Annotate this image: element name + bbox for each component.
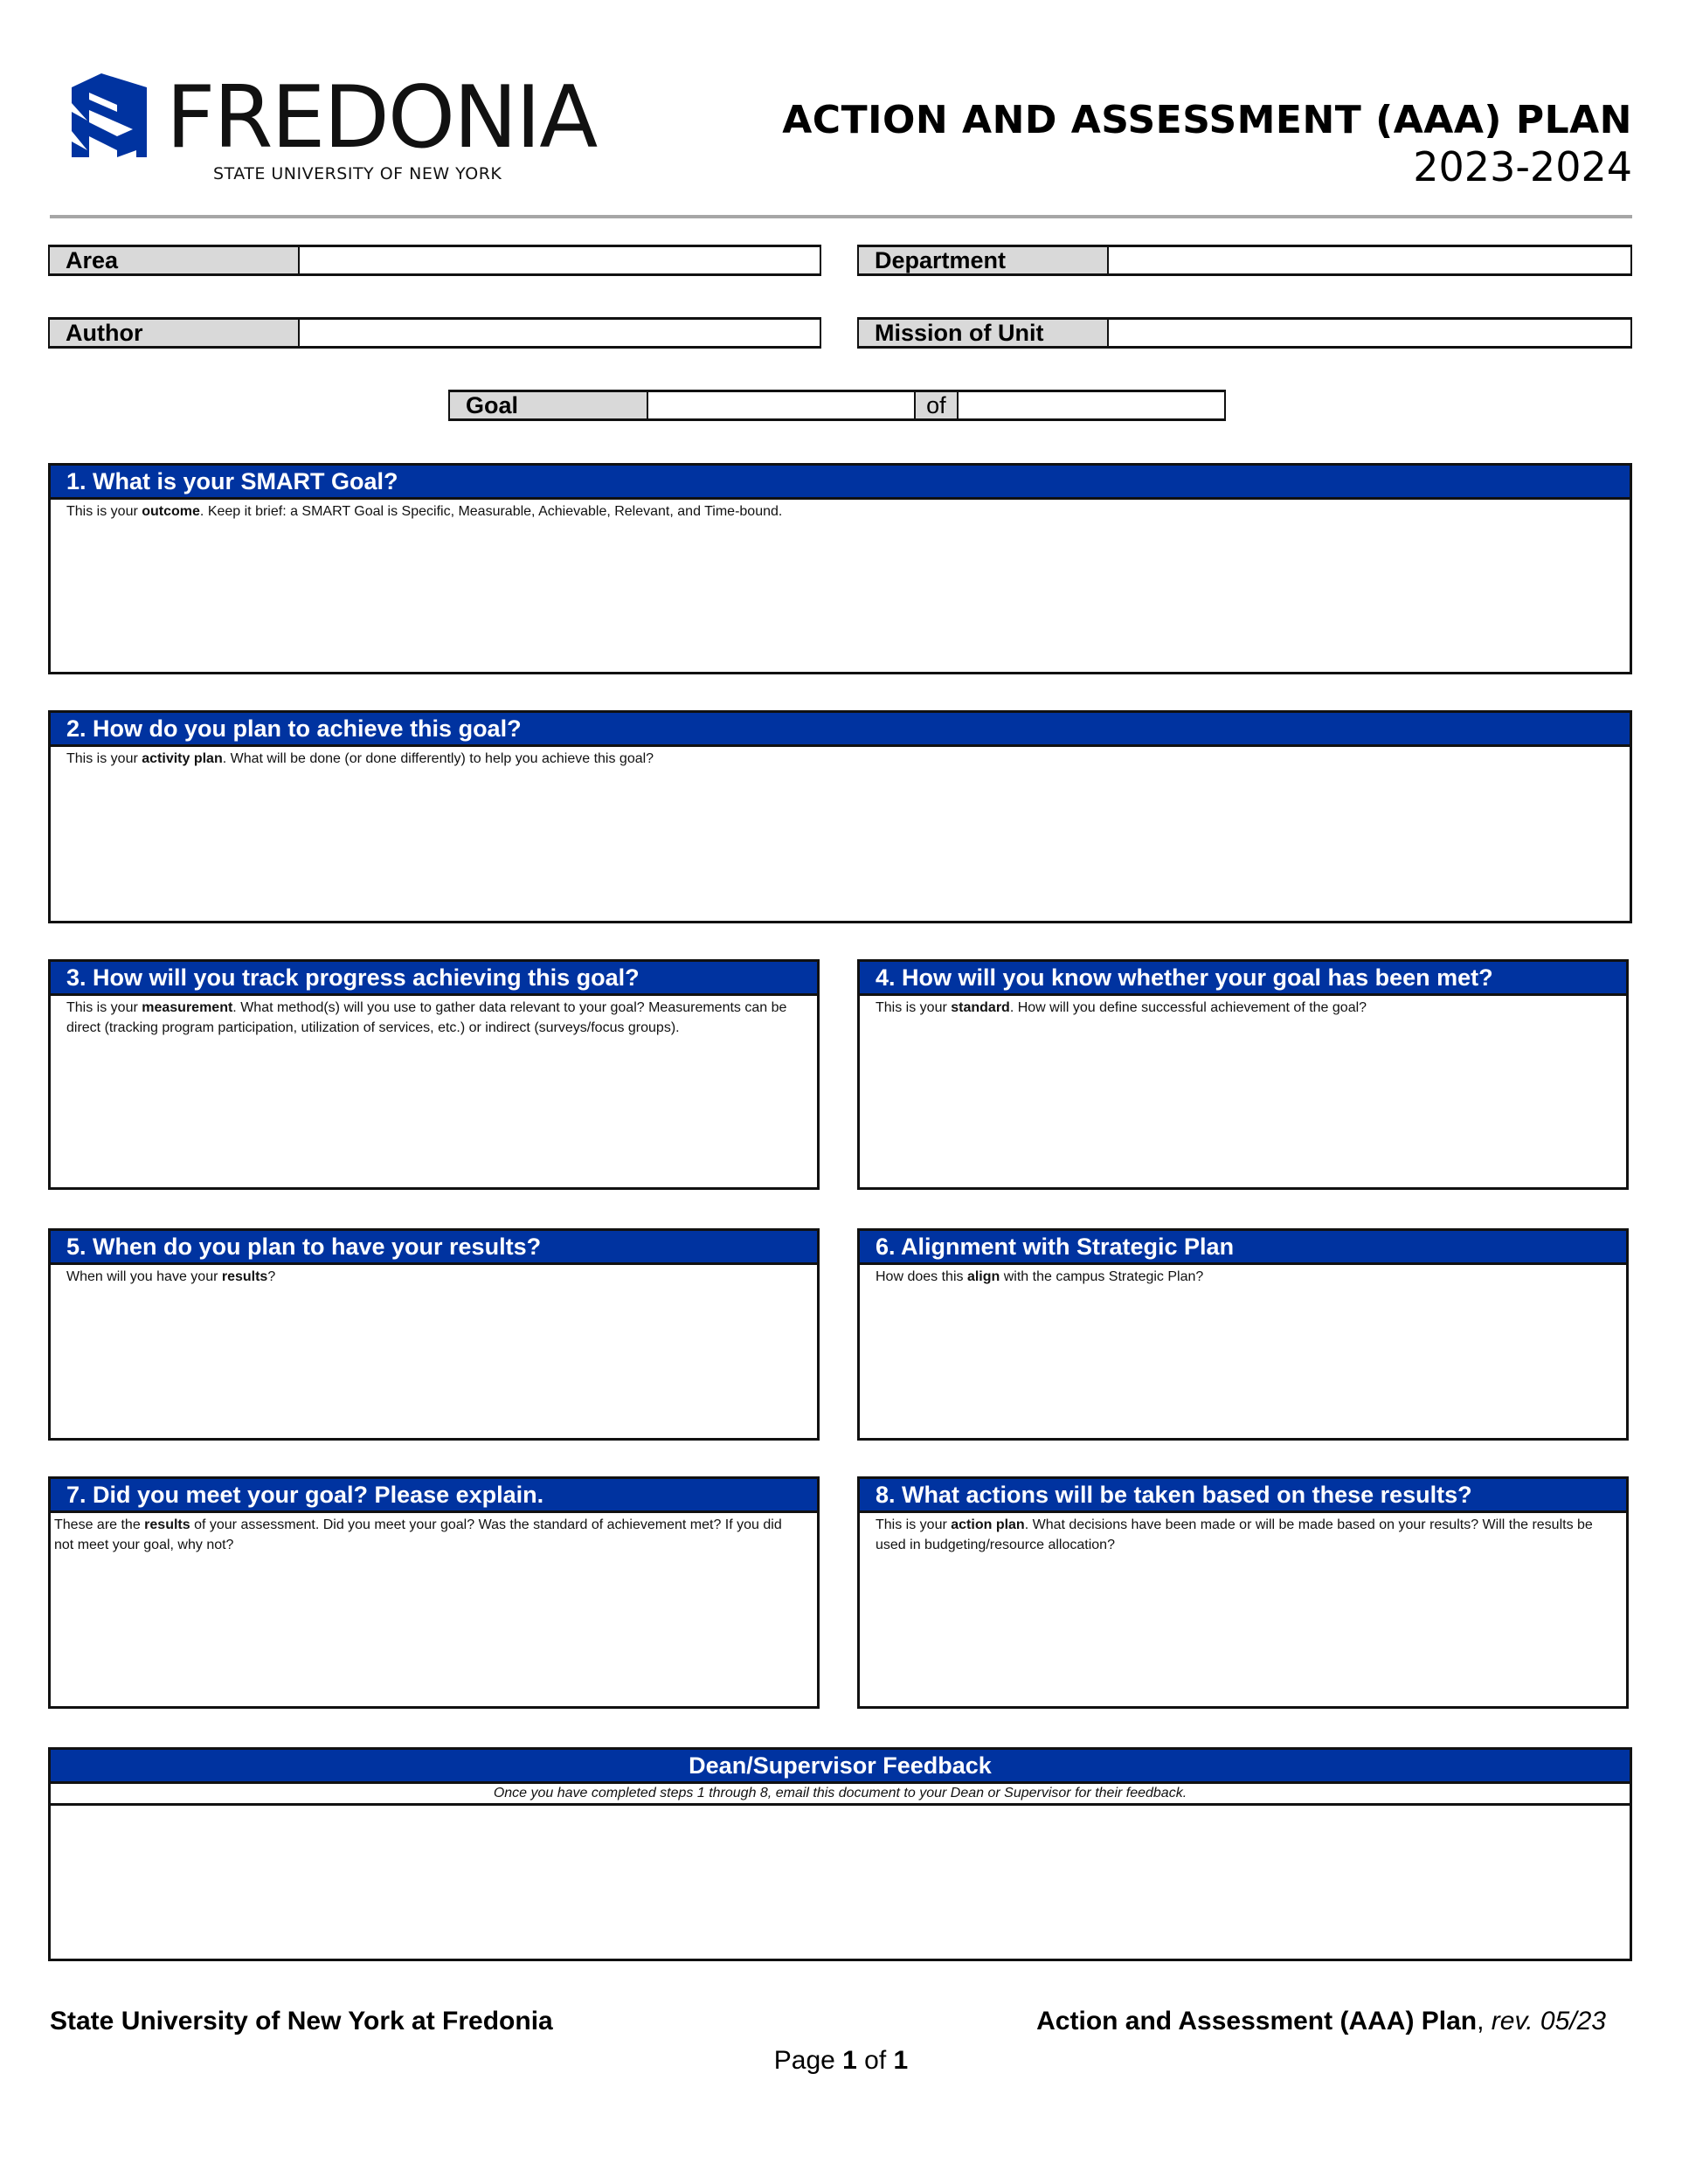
section-hint: This is your outcome. Keep it brief: a S… — [51, 500, 1630, 522]
results-textarea[interactable] — [51, 1555, 817, 1695]
section-hint: This is your measurement. What method(s)… — [51, 996, 817, 1038]
fredonia-logo-icon — [72, 73, 147, 157]
mission-label: Mission of Unit — [859, 320, 1109, 346]
page-current: 1 — [842, 2046, 857, 2075]
page-prefix: Page — [773, 2046, 843, 2075]
hint-text: This is your — [876, 1517, 952, 1532]
measurement-textarea[interactable] — [51, 1038, 817, 1169]
page-number: Page 1 of 1 — [0, 2046, 1682, 2076]
section-strategic-alignment: 6. Alignment with Strategic Plan How doe… — [857, 1228, 1629, 1441]
strategic-alignment-textarea[interactable] — [860, 1287, 1626, 1427]
department-label: Department — [859, 247, 1109, 273]
hint-text: with the campus Strategic Plan? — [1000, 1269, 1204, 1284]
section-hint: These are the results of your assessment… — [51, 1513, 817, 1555]
area-input[interactable] — [300, 247, 820, 273]
goal-of-label: of — [913, 392, 959, 418]
hint-text: . What will be done (or done differently… — [222, 751, 654, 766]
author-label: Author — [50, 320, 300, 346]
section-title: 6. Alignment with Strategic Plan — [860, 1231, 1626, 1265]
department-field: Department — [857, 245, 1632, 276]
department-input[interactable] — [1109, 247, 1630, 273]
footer-document-name: Action and Assessment (AAA) Plan, rev. 0… — [1036, 2007, 1606, 2036]
section-title: 4. How will you know whether your goal h… — [860, 962, 1626, 996]
standard-textarea[interactable] — [860, 1018, 1626, 1166]
hint-keyword: activity plan — [142, 751, 223, 766]
section-hint: This is your action plan. What decisions… — [860, 1513, 1626, 1555]
hint-text: When will you have your — [66, 1269, 222, 1284]
results-timing-textarea[interactable] — [51, 1287, 817, 1427]
hint-keyword: results — [221, 1269, 268, 1284]
hint-text: This is your — [66, 1000, 142, 1015]
hint-keyword: outcome — [142, 504, 200, 519]
footer-revision: rev. 05/23 — [1491, 2007, 1606, 2035]
section-title: 7. Did you meet your goal? Please explai… — [51, 1479, 817, 1513]
goal-field: Goal of — [448, 390, 1226, 421]
smart-goal-textarea[interactable] — [51, 522, 1630, 653]
feedback-hint: Once you have completed steps 1 through … — [51, 1784, 1630, 1806]
hint-text: This is your — [66, 751, 142, 766]
section-feedback: Dean/Supervisor Feedback Once you have c… — [48, 1747, 1632, 1961]
footer-separator: , — [1477, 2007, 1492, 2035]
hint-text: This is your — [66, 504, 142, 519]
hint-text: How does this — [876, 1269, 967, 1284]
hint-keyword: align — [966, 1269, 1000, 1284]
goal-number-input[interactable] — [647, 392, 914, 418]
section-hint: How does this align with the campus Stra… — [860, 1265, 1626, 1287]
hint-keyword: results — [144, 1517, 190, 1532]
hint-keyword: standard — [951, 1000, 1010, 1015]
goal-label: Goal — [450, 392, 648, 418]
footer-institution: State University of New York at Fredonia — [50, 2007, 553, 2035]
activity-plan-textarea[interactable] — [51, 769, 1630, 900]
hint-text: . Keep it brief: a SMART Goal is Specifi… — [199, 504, 783, 519]
hint-text: This is your — [876, 1000, 952, 1015]
page-total: 1 — [893, 2046, 909, 2075]
hint-text: . How will you define successful achieve… — [1009, 1000, 1367, 1015]
logo-wordmark: FREDONIA — [166, 68, 598, 168]
section-hint: This is your standard. How will you defi… — [860, 996, 1626, 1018]
hint-keyword: action plan — [951, 1517, 1025, 1532]
section-title: 5. When do you plan to have your results… — [51, 1231, 817, 1265]
action-plan-textarea[interactable] — [860, 1555, 1626, 1695]
mission-field: Mission of Unit — [857, 317, 1632, 349]
author-input[interactable] — [300, 320, 820, 346]
section-results-timing: 5. When do you plan to have your results… — [48, 1228, 820, 1441]
footer-plan-name: Action and Assessment (AAA) Plan — [1036, 2007, 1478, 2035]
mission-input[interactable] — [1109, 320, 1630, 346]
section-measurement: 3. How will you track progress achieving… — [48, 959, 820, 1190]
section-hint: When will you have your results? — [51, 1265, 817, 1287]
area-label: Area — [50, 247, 300, 273]
hint-text: ? — [267, 1269, 276, 1284]
feedback-title: Dean/Supervisor Feedback — [51, 1750, 1630, 1784]
logo-subtitle: STATE UNIVERSITY OF NEW YORK — [213, 164, 502, 183]
section-title: 1. What is your SMART Goal? — [51, 466, 1630, 500]
section-action-plan: 8. What actions will be taken based on t… — [857, 1476, 1629, 1709]
hint-keyword: measurement — [142, 1000, 233, 1015]
author-field: Author — [48, 317, 821, 349]
section-title: 3. How will you track progress achieving… — [51, 962, 817, 996]
document-year: 2023-2024 — [1413, 143, 1632, 190]
hint-text: These are the — [54, 1517, 145, 1532]
section-smart-goal: 1. What is your SMART Goal? This is your… — [48, 463, 1632, 674]
goal-total-input[interactable] — [959, 392, 1224, 418]
document-title: ACTION AND ASSESSMENT (AAA) PLAN — [782, 98, 1632, 142]
section-activity-plan: 2. How do you plan to achieve this goal?… — [48, 710, 1632, 923]
feedback-textarea[interactable] — [51, 1806, 1630, 1959]
section-hint: This is your activity plan. What will be… — [51, 747, 1630, 769]
section-results: 7. Did you meet your goal? Please explai… — [48, 1476, 820, 1709]
area-field: Area — [48, 245, 821, 276]
section-title: 8. What actions will be taken based on t… — [860, 1479, 1626, 1513]
section-standard: 4. How will you know whether your goal h… — [857, 959, 1629, 1190]
header-divider — [50, 215, 1632, 218]
page-of: of — [856, 2046, 894, 2075]
section-title: 2. How do you plan to achieve this goal? — [51, 713, 1630, 747]
